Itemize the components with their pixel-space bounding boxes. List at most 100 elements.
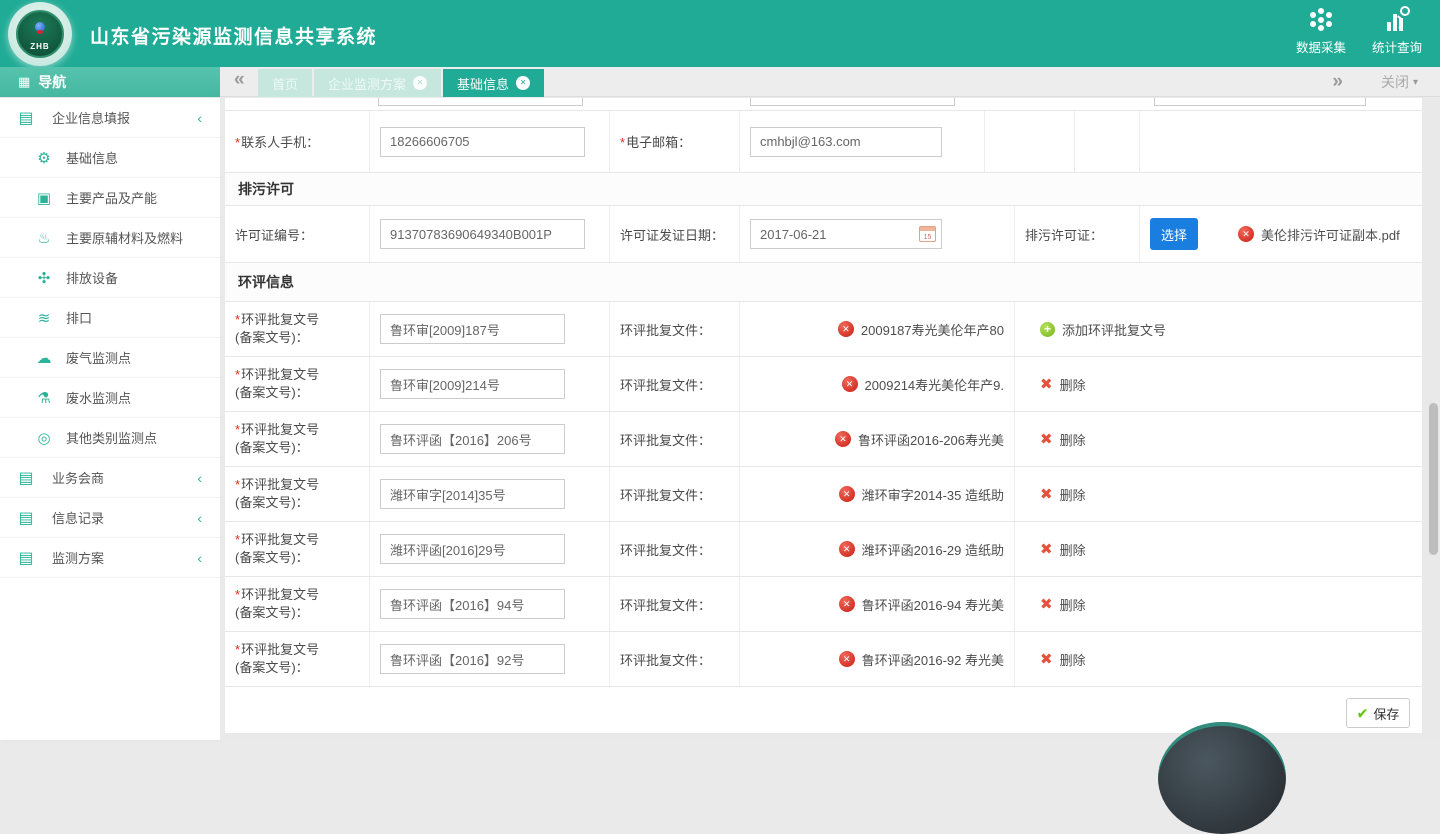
remove-file-icon[interactable]: ✕ — [839, 486, 855, 502]
permit-file-name[interactable]: 美伦排污许可证副本.pdf — [1261, 225, 1400, 244]
sidebar-item[interactable]: ▤ 企业信息填报 ‹ — [0, 98, 220, 138]
remove-file-icon[interactable]: ✕ — [1238, 226, 1254, 242]
sidebar: ▤ 企业信息填报 ‹ ⚙ 基础信息 ▣ 主要产品及产能 ♨ 主要原辅材料及燃料 … — [0, 98, 220, 740]
eia-file-name[interactable]: 2009214寿光美伦年产9. — [865, 375, 1004, 394]
tabs-scroll-right-icon[interactable]: » — [1332, 71, 1343, 93]
folder-icon: ▤ — [16, 468, 36, 488]
tab-inactive[interactable]: 首页 — [258, 69, 312, 97]
eia-doc-cell — [370, 412, 610, 466]
clipped-input[interactable] — [1154, 98, 1366, 106]
permit-file-entry: ✕ 美伦排污许可证副本.pdf — [1238, 225, 1400, 244]
remove-file-icon[interactable]: ✕ — [839, 541, 855, 557]
sidebar-item-label: 排放设备 — [66, 268, 118, 287]
sidebar-item-label: 企业信息填报 — [52, 108, 130, 127]
eia-doc-input[interactable] — [380, 644, 565, 674]
tab-label: 基础信息 — [457, 74, 509, 93]
scrollbar-thumb[interactable] — [1429, 403, 1438, 555]
folder-icon: ▤ — [16, 108, 36, 128]
eia-file-cell: ✕ 鲁环评函2016-92 寿光美 — [740, 632, 1015, 686]
tab-close-icon[interactable]: ✕ — [516, 76, 530, 90]
chevron-down-icon: ▾ — [1413, 77, 1418, 88]
statistics-search-icon — [1385, 8, 1409, 32]
remove-file-icon[interactable]: ✕ — [842, 376, 858, 392]
eia-doc-input[interactable] — [380, 314, 565, 344]
phone-input[interactable] — [380, 127, 585, 157]
delete-eia-link[interactable]: ✖ 删除 — [1040, 650, 1086, 669]
eia-doc-cell — [370, 357, 610, 411]
delete-cross-icon: ✖ — [1040, 595, 1053, 613]
sidebar-item[interactable]: ▤ 监测方案 ‹ — [0, 538, 220, 578]
license-no-cell — [370, 206, 610, 262]
clipped-input[interactable] — [378, 98, 583, 106]
eia-file-name[interactable]: 2009187寿光美伦年产80 — [861, 320, 1004, 339]
issue-date-input[interactable] — [750, 219, 942, 249]
sidebar-item[interactable]: ♨ 主要原辅材料及燃料 — [0, 218, 220, 258]
eia-doc-input[interactable] — [380, 534, 565, 564]
fan-icon: ✣ — [34, 269, 54, 287]
license-no-input[interactable] — [380, 219, 585, 249]
sidebar-item[interactable]: ▤ 业务会商 ‹ — [0, 458, 220, 498]
nav-label: 导航 — [38, 72, 66, 92]
sidebar-item[interactable]: ⚙ 基础信息 — [0, 138, 220, 178]
save-button[interactable]: ✔ 保存 — [1346, 698, 1410, 728]
floating-widget[interactable] — [1158, 722, 1286, 834]
statistics-query-button[interactable]: 统计查询 — [1372, 8, 1422, 56]
eia-file-name[interactable]: 鲁环评函2016-206寿光美 — [858, 430, 1004, 449]
delete-eia-link[interactable]: ✖ 删除 — [1040, 540, 1086, 559]
eia-file-name[interactable]: 鲁环评函2016-94 寿光美 — [862, 595, 1004, 614]
eia-file-label: 环评批复文件： — [610, 632, 740, 686]
remove-file-icon[interactable]: ✕ — [839, 651, 855, 667]
remove-file-icon[interactable]: ✕ — [838, 321, 854, 337]
calendar-icon[interactable]: 15 — [919, 226, 936, 242]
eia-file-cell: ✕ 2009214寿光美伦年产9. — [740, 357, 1015, 411]
eia-file-name[interactable]: 潍环审字2014-35 造纸助 — [862, 485, 1004, 504]
sidebar-item[interactable]: ▣ 主要产品及产能 — [0, 178, 220, 218]
delete-eia-link[interactable]: ✖ 删除 — [1040, 595, 1086, 614]
delete-cross-icon: ✖ — [1040, 430, 1053, 448]
choose-file-button[interactable]: 选择 — [1150, 218, 1198, 250]
eia-doc-label: *环评批复文号 (备案文号)： — [225, 467, 370, 521]
eia-doc-label: *环评批复文号 (备案文号)： — [225, 577, 370, 631]
delete-eia-link[interactable]: ✖ 删除 — [1040, 485, 1086, 504]
folder-icon: ▤ — [16, 508, 36, 528]
tab-active[interactable]: 基础信息 ✕ — [443, 69, 544, 97]
sidebar-item[interactable]: ▤ 信息记录 ‹ — [0, 498, 220, 538]
delete-eia-link[interactable]: ✖ 删除 — [1040, 430, 1086, 449]
eia-doc-input[interactable] — [380, 369, 565, 399]
logo-text: ZHB — [18, 42, 62, 51]
add-eia-link[interactable]: + 添加环评批复文号 — [1040, 320, 1166, 339]
eia-doc-input[interactable] — [380, 589, 565, 619]
eia-file-name[interactable]: 鲁环评函2016-92 寿光美 — [862, 650, 1004, 669]
sidebar-item[interactable]: ☁ 废气监测点 — [0, 338, 220, 378]
eia-doc-label: *环评批复文号 (备案文号)： — [225, 522, 370, 576]
sidebar-item[interactable]: ✣ 排放设备 — [0, 258, 220, 298]
close-menu-button[interactable]: 关闭 ▾ — [1381, 72, 1418, 92]
remove-file-icon[interactable]: ✕ — [835, 431, 851, 447]
eia-row: *环评批复文号 (备案文号)： 环评批复文件： ✕ 鲁环评函2016-92 寿光… — [225, 632, 1422, 687]
tab-inactive[interactable]: 企业监测方案 ✕ — [314, 69, 441, 97]
phone-cell — [370, 111, 610, 172]
main-content: *联系人手机： *电子邮箱： 排污许可 许可证编号： — [220, 98, 1440, 740]
eia-action-cell: ✖ 删除 — [1015, 467, 1422, 521]
eia-doc-input[interactable] — [380, 479, 565, 509]
sidebar-item[interactable]: ◎ 其他类别监测点 — [0, 418, 220, 458]
tabs-scroll-left-icon[interactable]: « — [234, 69, 245, 91]
app-title: 山东省污染源监测信息共享系统 — [90, 22, 377, 49]
eia-doc-label: *环评批复文号 (备案文号)： — [225, 357, 370, 411]
clipped-input[interactable] — [750, 98, 955, 106]
eia-doc-cell — [370, 577, 610, 631]
remove-file-icon[interactable]: ✕ — [839, 596, 855, 612]
eia-doc-cell — [370, 522, 610, 576]
sidebar-item-label: 基础信息 — [66, 148, 118, 167]
data-collection-button[interactable]: 数据采集 — [1296, 8, 1346, 56]
sidebar-item[interactable]: ⚗ 废水监测点 — [0, 378, 220, 418]
tab-close-icon[interactable]: ✕ — [413, 76, 427, 90]
sidebar-item-label: 监测方案 — [52, 548, 104, 567]
email-input[interactable] — [750, 127, 942, 157]
cloud-icon: ☁ — [34, 349, 54, 367]
delete-cross-icon: ✖ — [1040, 485, 1053, 503]
sidebar-item[interactable]: ≋ 排口 — [0, 298, 220, 338]
eia-doc-input[interactable] — [380, 424, 565, 454]
delete-eia-link[interactable]: ✖ 删除 — [1040, 375, 1086, 394]
eia-file-name[interactable]: 潍环评函2016-29 造纸助 — [862, 540, 1004, 559]
